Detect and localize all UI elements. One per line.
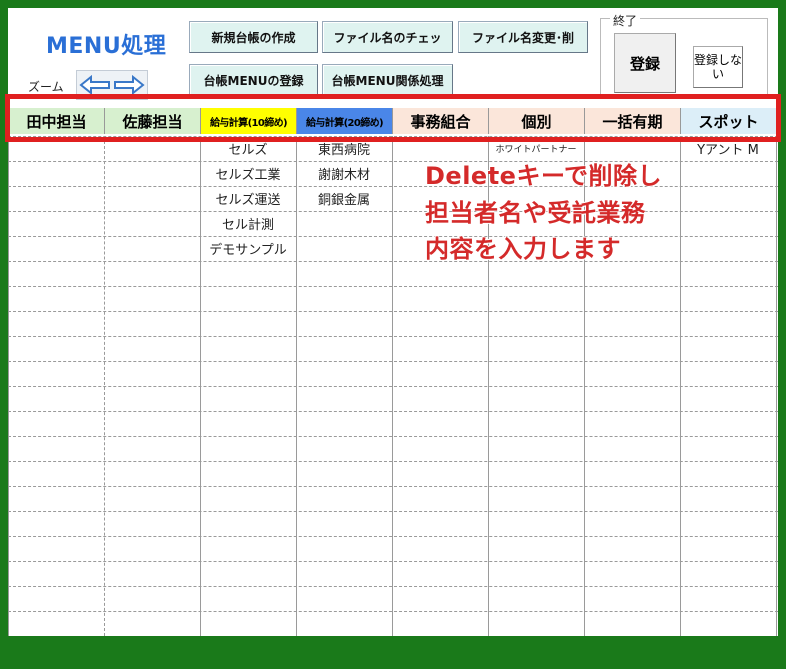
grid-row-line [8,536,778,537]
column-header-individual[interactable]: 個別 [489,108,585,134]
grid-row-line [8,586,778,587]
grid-cell[interactable]: Yアント M [680,136,776,161]
status-bar [0,636,786,669]
grid-cell[interactable]: セル計測 [200,211,296,236]
grid-col-line [8,136,9,636]
column-header-bulk-term[interactable]: 一括有期 [585,108,681,134]
grid-row-line [8,411,778,412]
grid-col-line [680,136,681,636]
grid-row-line [8,286,778,287]
grid-row-line [8,261,778,262]
grid-cell[interactable]: セルズ運送 [200,186,296,211]
grid-row-line [8,561,778,562]
annotation-line-2: 担当者名や受託業務 [425,199,646,227]
check-filename-button[interactable]: ファイル名のチェッ [322,21,453,53]
grid-cell[interactable]: デモサンプル [200,236,296,261]
grid-row-line [8,136,778,137]
zoom-arrows-icon [79,74,145,96]
grid-cell[interactable]: 銅銀金属 [296,186,392,211]
grid-row-line [8,436,778,437]
column-header-payroll-10[interactable]: 給与計算(10締め) [201,108,297,134]
grid-row-line [8,186,778,187]
grid-row-line [8,211,778,212]
page-title: MENU処理 [46,34,167,59]
column-header-payroll-20[interactable]: 給与計算(20締め) [297,108,393,134]
grid-row-line [8,361,778,362]
grid-cell[interactable]: セルズ [200,136,296,161]
grid-cell[interactable]: セルズ工業 [200,161,296,186]
create-ledger-button[interactable]: 新規台帳の作成 [189,21,318,53]
column-header-office-union[interactable]: 事務組合 [393,108,489,134]
grid-row-line [8,336,778,337]
zoom-control[interactable] [76,70,148,100]
grid-row-line [8,611,778,612]
register-menu-button[interactable]: 台帳MENUの登録 [189,64,318,96]
annotation-line-3: 内容を入力します [425,235,621,263]
grid-cell[interactable]: 東西病院 [296,136,392,161]
grid-row-line [8,511,778,512]
column-header-spot[interactable]: スポット [681,108,777,134]
grid-col-line [776,136,777,636]
grid-row-line [8,311,778,312]
column-header-tanaka[interactable]: 田中担当 [9,108,105,134]
annotation-line-1: Deleteキーで削除し [425,162,663,190]
rename-file-button[interactable]: ファイル名変更･削 [458,21,588,53]
grid-row-line [8,236,778,237]
grid-col-line [392,136,393,636]
ledger-grid[interactable]: セルズ セルズ工業 セルズ運送 セル計測 デモサンプル 東西病院 謝謝木材 銅銀… [8,136,778,636]
grid-row-line [8,486,778,487]
grid-row-line [8,161,778,162]
finish-group-label: 終了 [610,12,641,29]
register-button[interactable]: 登録 [614,33,676,93]
no-register-button[interactable]: 登録しない [693,46,743,88]
zoom-label: ズーム [28,80,64,94]
grid-cell[interactable]: 謝謝木材 [296,161,392,186]
grid-row-line [8,461,778,462]
grid-col-line [296,136,297,636]
grid-col-line [104,136,105,636]
column-header-sato[interactable]: 佐藤担当 [105,108,201,134]
grid-row-line [8,386,778,387]
menu-related-button[interactable]: 台帳MENU関係処理 [322,64,453,96]
